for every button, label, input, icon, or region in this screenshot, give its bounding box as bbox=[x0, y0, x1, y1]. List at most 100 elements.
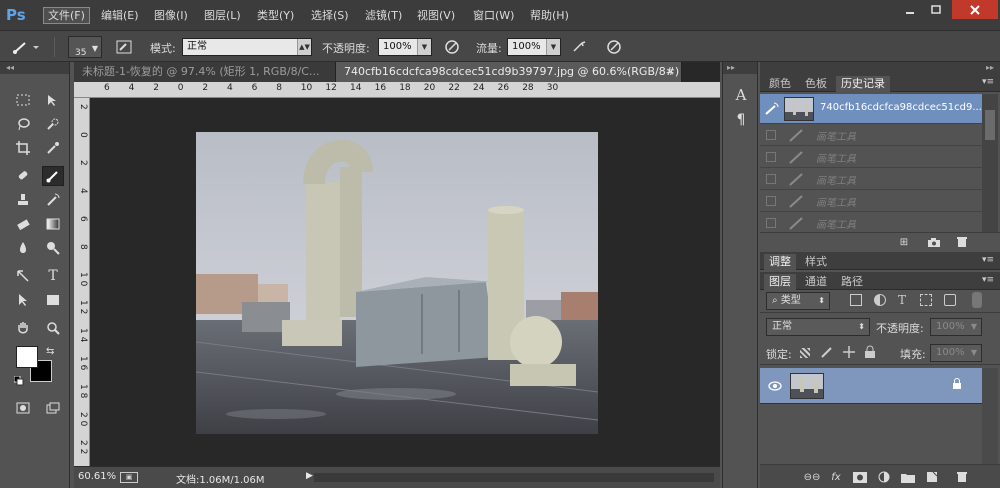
layer-filter-select[interactable]: ⌕ 类型 ⬍ bbox=[766, 292, 830, 310]
menu-filter[interactable]: 滤镜(T) bbox=[361, 7, 406, 24]
menu-type[interactable]: 类型(Y) bbox=[253, 7, 298, 24]
tab-channels[interactable]: 通道 bbox=[800, 274, 832, 290]
default-colors-button[interactable] bbox=[13, 375, 24, 386]
filter-smart-icon[interactable] bbox=[944, 294, 956, 306]
pressure-opacity-toggle[interactable] bbox=[442, 38, 462, 56]
delete-layer-button[interactable] bbox=[954, 470, 970, 484]
history-item[interactable]: 画笔工具 bbox=[760, 168, 982, 190]
history-item[interactable]: 画笔工具 bbox=[760, 190, 982, 212]
link-layers-button[interactable]: ⊖⊖ bbox=[804, 470, 821, 484]
move-tool[interactable] bbox=[42, 90, 64, 110]
layer-opacity-input[interactable]: 100% ▼ bbox=[930, 318, 982, 336]
brush-panel-toggle[interactable] bbox=[114, 38, 134, 56]
filter-toggle[interactable] bbox=[972, 292, 982, 308]
clone-stamp-tool[interactable] bbox=[12, 190, 34, 210]
tab-color[interactable]: 颜色 bbox=[764, 76, 796, 92]
menu-edit[interactable]: 编辑(E) bbox=[97, 7, 143, 24]
tool-preset-picker[interactable] bbox=[6, 38, 46, 56]
horizontal-scrollbar[interactable] bbox=[314, 473, 714, 482]
screen-mode-button[interactable] bbox=[42, 398, 64, 418]
close-tab-icon[interactable]: × bbox=[666, 62, 675, 82]
history-snapshot[interactable]: 740cfb16cdcfca98cdcec51cd9... bbox=[760, 94, 982, 124]
layer-style-button[interactable]: fx bbox=[828, 470, 844, 484]
panel-menu-icon[interactable]: ▾≡ bbox=[982, 275, 994, 285]
fill-input[interactable]: 100% ▼ bbox=[930, 344, 982, 362]
panels-collapse-button[interactable]: ▸▸ bbox=[760, 62, 1000, 74]
canvas-pasteboard[interactable] bbox=[90, 98, 720, 466]
menu-help[interactable]: 帮助(H) bbox=[526, 7, 573, 24]
history-item[interactable]: 画笔工具 bbox=[760, 212, 982, 234]
menu-window[interactable]: 窗口(W) bbox=[469, 7, 518, 24]
add-mask-button[interactable] bbox=[852, 470, 868, 484]
filter-adjust-icon[interactable] bbox=[874, 294, 886, 306]
menu-view[interactable]: 视图(V) bbox=[413, 7, 459, 24]
tab-layers[interactable]: 图层 bbox=[764, 274, 796, 290]
tab-styles[interactable]: 样式 bbox=[800, 254, 832, 270]
quick-mask-button[interactable] bbox=[12, 398, 34, 418]
new-snapshot-button[interactable] bbox=[926, 235, 942, 249]
tab-swatches[interactable]: 色板 bbox=[800, 76, 832, 92]
new-adjustment-button[interactable] bbox=[876, 470, 892, 484]
document-tab-untitled[interactable]: 未标题-1-恢复的 @ 97.4% (矩形 1, RGB/8/C... bbox=[74, 62, 336, 82]
spot-heal-tool[interactable] bbox=[12, 166, 34, 186]
close-button[interactable] bbox=[952, 0, 998, 19]
delete-state-button[interactable] bbox=[954, 235, 970, 249]
history-checkbox[interactable] bbox=[766, 218, 776, 228]
zoom-level[interactable]: 60.61% bbox=[78, 471, 116, 482]
document-tab-photo[interactable]: 740cfb16cdcfca98cdcec51cd9b39797.jpg @ 6… bbox=[336, 62, 682, 82]
maximize-button[interactable] bbox=[922, 0, 950, 19]
dodge-tool[interactable] bbox=[42, 238, 64, 258]
lock-all-button[interactable] bbox=[864, 345, 876, 362]
status-menu-arrow[interactable]: ▶ bbox=[306, 471, 313, 481]
crop-tool[interactable] bbox=[12, 138, 34, 158]
filter-type-icon[interactable]: T bbox=[898, 293, 906, 307]
character-panel-button[interactable]: A bbox=[731, 86, 751, 106]
tab-history[interactable]: 历史记录 bbox=[836, 76, 890, 92]
mode-select[interactable]: 正常 ▲▼ bbox=[182, 38, 312, 56]
swap-colors-button[interactable]: ⇆ bbox=[46, 346, 54, 357]
document-image[interactable] bbox=[196, 132, 598, 434]
pen-tool[interactable] bbox=[12, 266, 34, 286]
scroll-thumb[interactable] bbox=[985, 110, 995, 140]
opacity-input[interactable]: 100% ▼ bbox=[378, 38, 432, 56]
eye-icon[interactable] bbox=[768, 381, 782, 391]
layers-scrollbar[interactable] bbox=[982, 368, 998, 464]
zoom-tool[interactable] bbox=[42, 318, 64, 338]
lock-position-button[interactable] bbox=[842, 345, 856, 362]
tools-panel-header[interactable]: ◂◂ bbox=[0, 62, 69, 74]
history-item[interactable]: 画笔工具 bbox=[760, 146, 982, 168]
history-checkbox[interactable] bbox=[766, 196, 776, 206]
path-select-tool[interactable] bbox=[12, 290, 34, 310]
panel-menu-icon[interactable]: ▾≡ bbox=[982, 255, 994, 265]
filter-shape-icon[interactable] bbox=[920, 294, 932, 306]
history-brush-tool[interactable] bbox=[42, 190, 64, 210]
minimize-button[interactable] bbox=[896, 0, 924, 19]
strip-collapse-button[interactable]: ▸▸ bbox=[723, 62, 757, 74]
brush-size-picker[interactable]: 35 ▼ bbox=[68, 36, 102, 58]
eraser-tool[interactable] bbox=[12, 214, 34, 234]
marquee-tool[interactable] bbox=[12, 90, 34, 110]
menu-file[interactable]: 文件(F) bbox=[43, 7, 90, 24]
blend-mode-select[interactable]: 正常 ⬍ bbox=[766, 318, 870, 336]
hand-tool[interactable] bbox=[12, 318, 34, 338]
brush-tool[interactable] bbox=[42, 166, 64, 186]
quick-select-tool[interactable] bbox=[42, 114, 64, 134]
panel-menu-icon[interactable]: ▾≡ bbox=[982, 77, 994, 87]
type-tool[interactable]: T bbox=[42, 266, 64, 286]
new-document-from-state-button[interactable]: ⊞ bbox=[896, 235, 912, 249]
blur-tool[interactable] bbox=[12, 238, 34, 258]
lock-pixels-button[interactable] bbox=[820, 345, 834, 362]
history-checkbox[interactable] bbox=[766, 130, 776, 140]
foreground-color-swatch[interactable] bbox=[16, 346, 38, 368]
new-layer-button[interactable] bbox=[924, 470, 940, 484]
lock-transparent-button[interactable] bbox=[800, 348, 810, 358]
new-group-button[interactable] bbox=[900, 470, 916, 484]
pressure-size-toggle[interactable] bbox=[604, 38, 624, 56]
tab-paths[interactable]: 路径 bbox=[836, 274, 868, 290]
lasso-tool[interactable] bbox=[12, 114, 34, 134]
gradient-tool[interactable] bbox=[42, 214, 64, 234]
tab-adjustments[interactable]: 调整 bbox=[764, 254, 796, 270]
menu-layer[interactable]: 图层(L) bbox=[200, 7, 245, 24]
history-checkbox[interactable] bbox=[766, 152, 776, 162]
shape-tool[interactable] bbox=[42, 290, 64, 310]
